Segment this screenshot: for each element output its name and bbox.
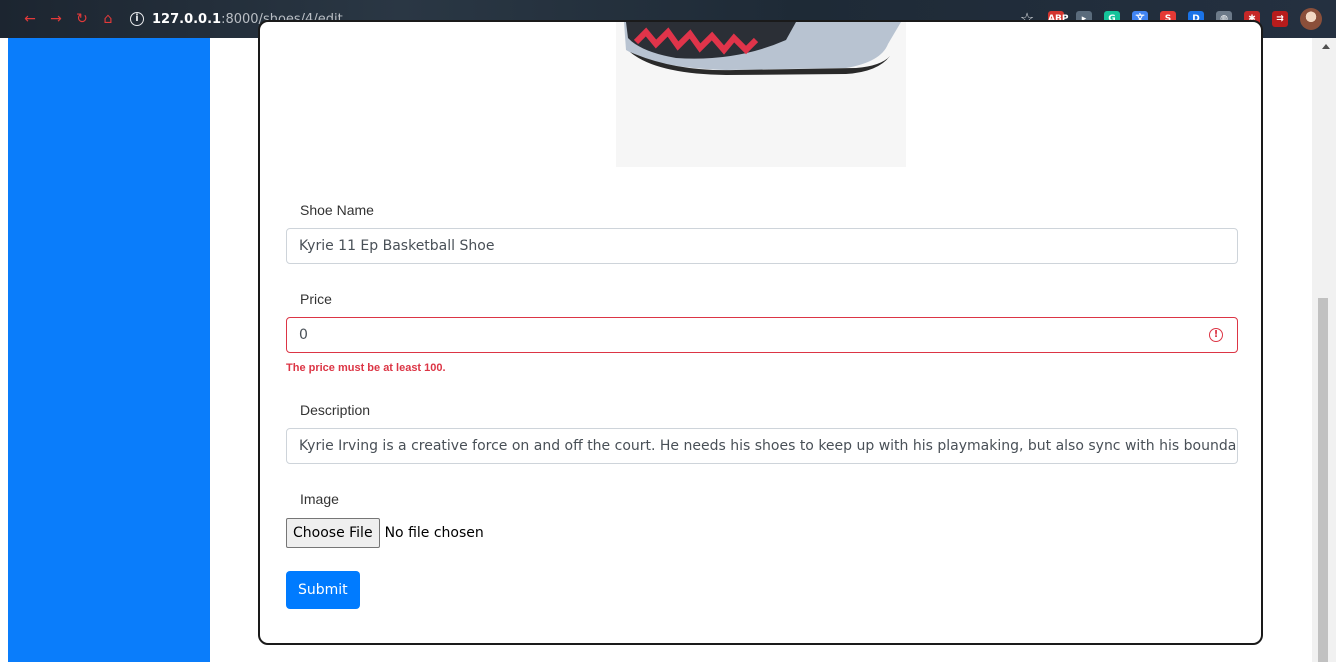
nav-controls: ← → ↻ ⌂ xyxy=(0,11,116,27)
image-file-input: Choose File No file chosen xyxy=(286,518,484,548)
price-value: 0 xyxy=(299,327,308,343)
image-label: Image xyxy=(300,491,339,507)
shoe-image xyxy=(616,22,906,167)
error-circle-icon: ! xyxy=(1209,328,1223,342)
scrollbar-thumb[interactable] xyxy=(1318,298,1328,662)
profile-avatar[interactable] xyxy=(1300,8,1322,30)
price-label: Price xyxy=(300,291,332,307)
price-error-message: The price must be at least 100. xyxy=(286,362,446,374)
price-input[interactable]: 0 ! xyxy=(286,317,1238,353)
shoe-illustration xyxy=(616,22,906,167)
home-icon[interactable]: ⌂ xyxy=(100,11,116,27)
description-label: Description xyxy=(300,402,371,418)
sidebar xyxy=(8,38,210,662)
shoe-name-input[interactable]: Kyrie 11 Ep Basketball Shoe xyxy=(286,228,1238,264)
file-status-text: No file chosen xyxy=(384,525,484,541)
reload-icon[interactable]: ↻ xyxy=(74,11,90,27)
cast-icon[interactable]: ⇉ xyxy=(1272,11,1288,27)
info-icon[interactable]: i xyxy=(130,12,144,26)
submit-button[interactable]: Submit xyxy=(286,571,360,609)
edit-shoe-card: Shoe Name Kyrie 11 Ep Basketball Shoe Pr… xyxy=(258,20,1263,645)
shoe-name-label: Shoe Name xyxy=(300,202,374,218)
description-input[interactable]: Kyrie Irving is a creative force on and … xyxy=(286,428,1238,464)
url-host: 127.0.0.1 xyxy=(152,11,222,27)
forward-icon[interactable]: → xyxy=(48,11,64,27)
scroll-up-arrow-icon[interactable] xyxy=(1322,44,1330,49)
choose-file-button[interactable]: Choose File xyxy=(286,518,380,548)
back-icon[interactable]: ← xyxy=(22,11,38,27)
